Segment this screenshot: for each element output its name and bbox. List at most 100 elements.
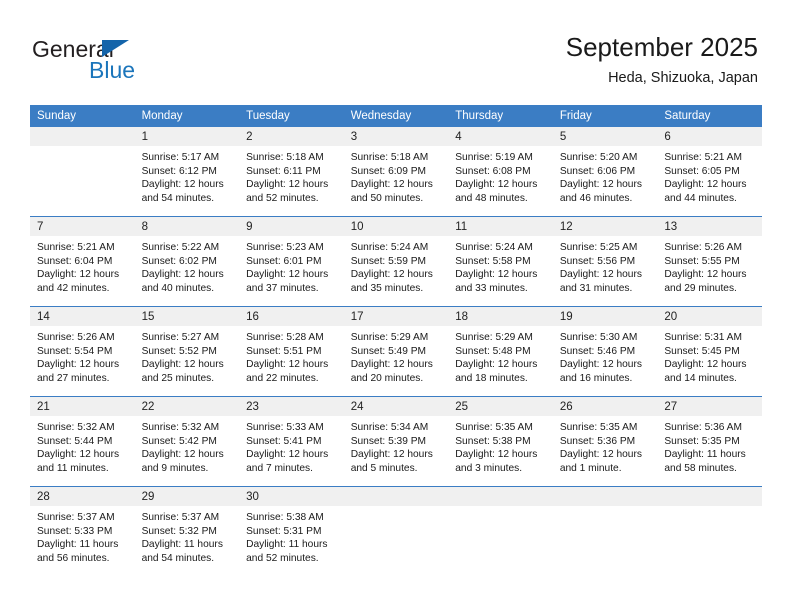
weekday-header-row: Sunday Monday Tuesday Wednesday Thursday…	[30, 105, 762, 127]
sunrise-text: Sunrise: 5:31 AM	[664, 332, 742, 343]
day-details: Sunrise: 5:34 AM Sunset: 5:39 PM Dayligh…	[344, 416, 449, 476]
day-number: 9	[239, 217, 344, 236]
day-cell[interactable]: 30 Sunrise: 5:38 AM Sunset: 5:31 PM Dayl…	[239, 486, 344, 576]
day-cell[interactable]: 29 Sunrise: 5:37 AM Sunset: 5:32 PM Dayl…	[134, 486, 240, 576]
day-number: 16	[239, 307, 344, 326]
daylight-text-line2: and 44 minutes.	[664, 193, 737, 205]
day-cell[interactable]: 27 Sunrise: 5:36 AM Sunset: 5:35 PM Dayl…	[657, 396, 762, 487]
day-details: Sunrise: 5:26 AM Sunset: 5:55 PM Dayligh…	[657, 236, 762, 296]
daylight-text-line2: and 14 minutes.	[664, 373, 737, 385]
sunrise-text: Sunrise: 5:27 AM	[141, 332, 220, 343]
day-cell[interactable]: 5 Sunrise: 5:20 AM Sunset: 6:06 PM Dayli…	[552, 127, 658, 217]
day-number: 26	[552, 397, 658, 416]
day-cell[interactable]	[657, 486, 762, 576]
weekday-header-tuesday: Tuesday	[239, 105, 344, 127]
sunrise-text: Sunrise: 5:18 AM	[350, 152, 429, 163]
logo-text-blue: Blue	[89, 57, 136, 83]
daylight-text-line2: and 54 minutes.	[141, 553, 215, 565]
daylight-text-line1: Daylight: 12 hours	[559, 179, 642, 191]
day-number: 6	[657, 127, 762, 146]
sunset-text: Sunset: 6:04 PM	[37, 255, 113, 267]
daylight-text-line2: and 33 minutes.	[455, 283, 528, 295]
day-cell[interactable]: 6 Sunrise: 5:21 AM Sunset: 6:05 PM Dayli…	[657, 127, 762, 217]
sunrise-text: Sunrise: 5:20 AM	[559, 152, 638, 163]
daylight-text-line1: Daylight: 12 hours	[141, 269, 224, 281]
day-cell[interactable]: 7 Sunrise: 5:21 AM Sunset: 6:04 PM Dayli…	[30, 216, 135, 307]
sunrise-text: Sunrise: 5:28 AM	[246, 332, 324, 343]
day-number: 25	[448, 397, 553, 416]
calendar-table: Sunday Monday Tuesday Wednesday Thursday…	[30, 105, 762, 576]
general-blue-logo[interactable]: General Blue	[32, 36, 232, 92]
day-cell[interactable]	[552, 486, 658, 576]
day-cell[interactable]: 13 Sunrise: 5:26 AM Sunset: 5:55 PM Dayl…	[657, 216, 762, 307]
weekday-header-saturday: Saturday	[657, 105, 762, 127]
day-cell[interactable]: 21 Sunrise: 5:32 AM Sunset: 5:44 PM Dayl…	[30, 396, 135, 487]
day-number: 22	[134, 397, 240, 416]
day-number: 24	[343, 397, 449, 416]
sunrise-text: Sunrise: 5:29 AM	[455, 332, 533, 343]
day-cell[interactable]: 12 Sunrise: 5:25 AM Sunset: 5:56 PM Dayl…	[552, 216, 658, 307]
daylight-text-line1: Daylight: 12 hours	[141, 449, 224, 461]
day-cell[interactable]: 19 Sunrise: 5:30 AM Sunset: 5:46 PM Dayl…	[552, 306, 658, 397]
day-cell[interactable]: 25 Sunrise: 5:35 AM Sunset: 5:38 PM Dayl…	[448, 396, 553, 487]
day-cell[interactable]: 14 Sunrise: 5:26 AM Sunset: 5:54 PM Dayl…	[30, 306, 135, 397]
day-cell[interactable]: 22 Sunrise: 5:32 AM Sunset: 5:42 PM Dayl…	[134, 396, 240, 487]
day-cell[interactable]: 9 Sunrise: 5:23 AM Sunset: 6:01 PM Dayli…	[239, 216, 344, 307]
sunrise-text: Sunrise: 5:17 AM	[141, 152, 220, 163]
day-details: Sunrise: 5:22 AM Sunset: 6:02 PM Dayligh…	[135, 236, 240, 296]
day-cell[interactable]: 16 Sunrise: 5:28 AM Sunset: 5:51 PM Dayl…	[239, 306, 344, 397]
sunrise-text: Sunrise: 5:24 AM	[455, 242, 533, 253]
sunrise-text: Sunrise: 5:34 AM	[350, 422, 429, 433]
day-details: Sunrise: 5:28 AM Sunset: 5:51 PM Dayligh…	[239, 326, 344, 386]
sunset-text: Sunset: 5:33 PM	[37, 525, 113, 537]
sunrise-text: Sunrise: 5:30 AM	[559, 332, 638, 343]
day-details: Sunrise: 5:24 AM Sunset: 5:59 PM Dayligh…	[344, 236, 449, 296]
day-cell[interactable]: 3 Sunrise: 5:18 AM Sunset: 6:09 PM Dayli…	[343, 127, 449, 217]
day-cell[interactable]: 15 Sunrise: 5:27 AM Sunset: 5:52 PM Dayl…	[134, 306, 240, 397]
day-cell[interactable]: 28 Sunrise: 5:37 AM Sunset: 5:33 PM Dayl…	[30, 486, 135, 576]
day-number	[657, 487, 762, 506]
day-cell[interactable]: 1 Sunrise: 5:17 AM Sunset: 6:12 PM Dayli…	[134, 127, 240, 217]
day-cell[interactable]: 11 Sunrise: 5:24 AM Sunset: 5:58 PM Dayl…	[448, 216, 553, 307]
day-cell[interactable]: 4 Sunrise: 5:19 AM Sunset: 6:08 PM Dayli…	[448, 127, 553, 217]
day-cell[interactable]: 24 Sunrise: 5:34 AM Sunset: 5:39 PM Dayl…	[343, 396, 449, 487]
day-cell[interactable]: 8 Sunrise: 5:22 AM Sunset: 6:02 PM Dayli…	[134, 216, 240, 307]
day-cell[interactable]: 26 Sunrise: 5:35 AM Sunset: 5:36 PM Dayl…	[552, 396, 658, 487]
day-cell[interactable]: 17 Sunrise: 5:29 AM Sunset: 5:49 PM Dayl…	[343, 306, 449, 397]
day-cell[interactable]: 23 Sunrise: 5:33 AM Sunset: 5:41 PM Dayl…	[239, 396, 344, 487]
day-details: Sunrise: 5:30 AM Sunset: 5:46 PM Dayligh…	[553, 326, 658, 386]
day-details: Sunrise: 5:35 AM Sunset: 5:36 PM Dayligh…	[553, 416, 658, 476]
sunrise-text: Sunrise: 5:21 AM	[664, 152, 742, 163]
day-cell[interactable]	[343, 486, 449, 576]
sunset-text: Sunset: 5:46 PM	[559, 345, 636, 357]
sunset-text: Sunset: 5:44 PM	[37, 435, 113, 447]
day-cell[interactable]: 20 Sunrise: 5:31 AM Sunset: 5:45 PM Dayl…	[657, 306, 762, 397]
day-cell[interactable]: 10 Sunrise: 5:24 AM Sunset: 5:59 PM Dayl…	[343, 216, 449, 307]
daylight-text-line2: and 9 minutes.	[141, 463, 209, 475]
daylight-text-line2: and 50 minutes.	[350, 193, 424, 205]
sunset-text: Sunset: 5:42 PM	[141, 435, 217, 447]
day-cell[interactable]	[30, 127, 135, 217]
sunset-text: Sunset: 5:51 PM	[246, 345, 322, 357]
daylight-text-line1: Daylight: 12 hours	[246, 449, 329, 461]
day-details: Sunrise: 5:21 AM Sunset: 6:05 PM Dayligh…	[657, 146, 762, 206]
day-cell[interactable]: 18 Sunrise: 5:29 AM Sunset: 5:48 PM Dayl…	[448, 306, 553, 397]
day-details: Sunrise: 5:23 AM Sunset: 6:01 PM Dayligh…	[239, 236, 344, 296]
sunset-text: Sunset: 5:48 PM	[455, 345, 531, 357]
daylight-text-line2: and 52 minutes.	[246, 193, 319, 205]
sunset-text: Sunset: 5:32 PM	[141, 525, 217, 537]
week-row: 28 Sunrise: 5:37 AM Sunset: 5:33 PM Dayl…	[30, 486, 762, 576]
day-number: 3	[343, 127, 449, 146]
day-details: Sunrise: 5:20 AM Sunset: 6:06 PM Dayligh…	[553, 146, 658, 206]
day-cell[interactable]	[448, 486, 553, 576]
sunset-text: Sunset: 6:02 PM	[141, 255, 217, 267]
daylight-text-line2: and 5 minutes.	[350, 463, 418, 475]
day-number: 23	[239, 397, 344, 416]
sunrise-text: Sunrise: 5:35 AM	[559, 422, 638, 433]
day-cell[interactable]: 2 Sunrise: 5:18 AM Sunset: 6:11 PM Dayli…	[239, 127, 344, 217]
calendar-page: General Blue September 2025 Heda, Shizuo…	[0, 0, 792, 612]
day-details	[657, 506, 762, 511]
daylight-text-line2: and 40 minutes.	[141, 283, 215, 295]
weekday-header-thursday: Thursday	[448, 105, 553, 127]
sunrise-text: Sunrise: 5:26 AM	[664, 242, 742, 253]
